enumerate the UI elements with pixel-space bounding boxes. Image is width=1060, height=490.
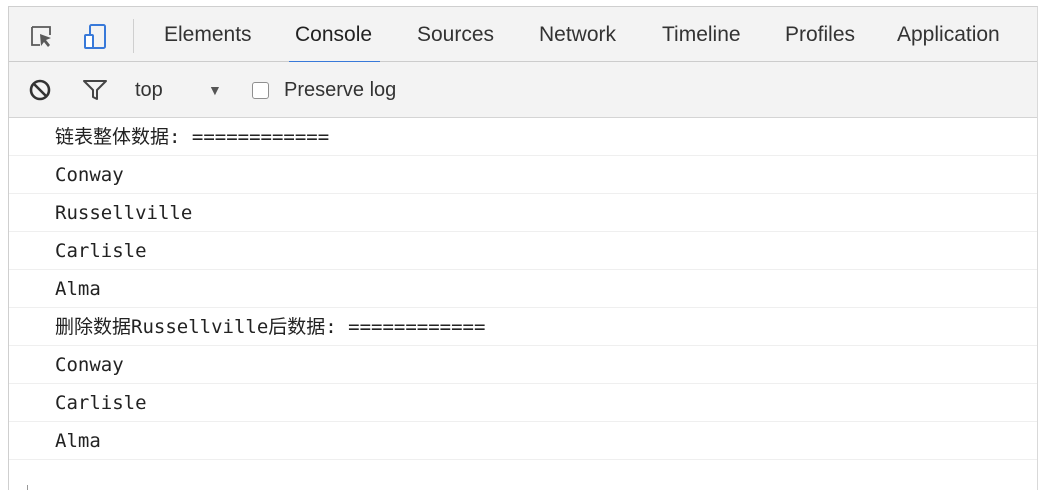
clear-console-icon[interactable] (27, 77, 53, 103)
console-message: Russellville (9, 194, 1037, 232)
tab-separator (133, 19, 134, 53)
inspect-element-icon[interactable] (29, 24, 55, 50)
preserve-log-checkbox[interactable] (252, 82, 269, 99)
dropdown-arrow-icon[interactable]: ▼ (208, 62, 222, 118)
tab-timeline[interactable]: Timeline (662, 7, 741, 62)
tab-sources[interactable]: Sources (417, 7, 494, 62)
tab-console[interactable]: Console (288, 7, 381, 63)
console-output: 链表整体数据: ============ Conway Russellville… (9, 118, 1037, 460)
context-selector[interactable]: top (135, 62, 163, 118)
preserve-log-label: Preserve log (284, 79, 397, 101)
console-toolbar: top ▼ Preserve log (9, 62, 1037, 118)
console-message: Alma (9, 422, 1037, 460)
tab-profiles[interactable]: Profiles (785, 7, 855, 62)
console-message: Conway (9, 156, 1037, 194)
tab-application[interactable]: Application (897, 7, 1000, 62)
console-message: Conway (9, 346, 1037, 384)
devtools-panel: Elements Console Sources Network Timelin… (8, 6, 1038, 490)
console-prompt-marker (27, 485, 28, 490)
console-message: 链表整体数据: ============ (9, 118, 1037, 156)
devtools-tab-bar: Elements Console Sources Network Timelin… (9, 7, 1037, 63)
tab-elements[interactable]: Elements (164, 7, 252, 62)
device-toggle-icon[interactable] (82, 24, 108, 50)
console-message: 删除数据Russellville后数据: ============ (9, 308, 1037, 346)
console-message: Alma (9, 270, 1037, 308)
console-message: Carlisle (9, 384, 1037, 422)
filter-icon[interactable] (82, 77, 108, 103)
tab-network[interactable]: Network (539, 7, 616, 62)
console-message: Carlisle (9, 232, 1037, 270)
